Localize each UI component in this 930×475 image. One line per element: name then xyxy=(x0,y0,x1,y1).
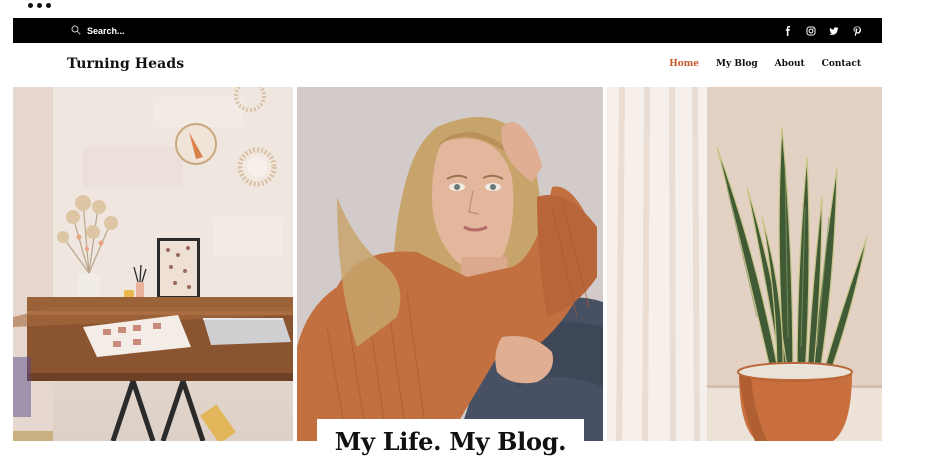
site-title[interactable]: Turning Heads xyxy=(67,56,184,72)
main-nav: Home My Blog About Contact xyxy=(652,59,861,69)
nav-item-home[interactable]: Home xyxy=(669,59,699,69)
top-bar: Search... xyxy=(13,18,882,43)
twitter-icon[interactable] xyxy=(829,26,839,36)
portrait-photo xyxy=(297,87,603,441)
more-dots-icon[interactable] xyxy=(28,3,51,8)
nav-item-about[interactable]: About xyxy=(775,59,805,69)
search-field[interactable]: Search... xyxy=(71,18,125,43)
hero-title: My Life. My Blog. xyxy=(334,427,567,456)
search-input[interactable]: Search... xyxy=(87,26,125,36)
plant-photo xyxy=(607,87,882,441)
nav-item-my-blog[interactable]: My Blog xyxy=(716,59,758,69)
facebook-icon[interactable] xyxy=(783,25,793,36)
pinterest-icon[interactable] xyxy=(852,26,862,36)
nav-item-contact[interactable]: Contact xyxy=(822,59,861,69)
social-bar xyxy=(783,18,862,43)
instagram-icon[interactable] xyxy=(806,26,816,36)
search-icon xyxy=(71,22,81,40)
hero-title-box: My Life. My Blog. xyxy=(317,419,584,475)
desk-photo xyxy=(13,87,293,441)
